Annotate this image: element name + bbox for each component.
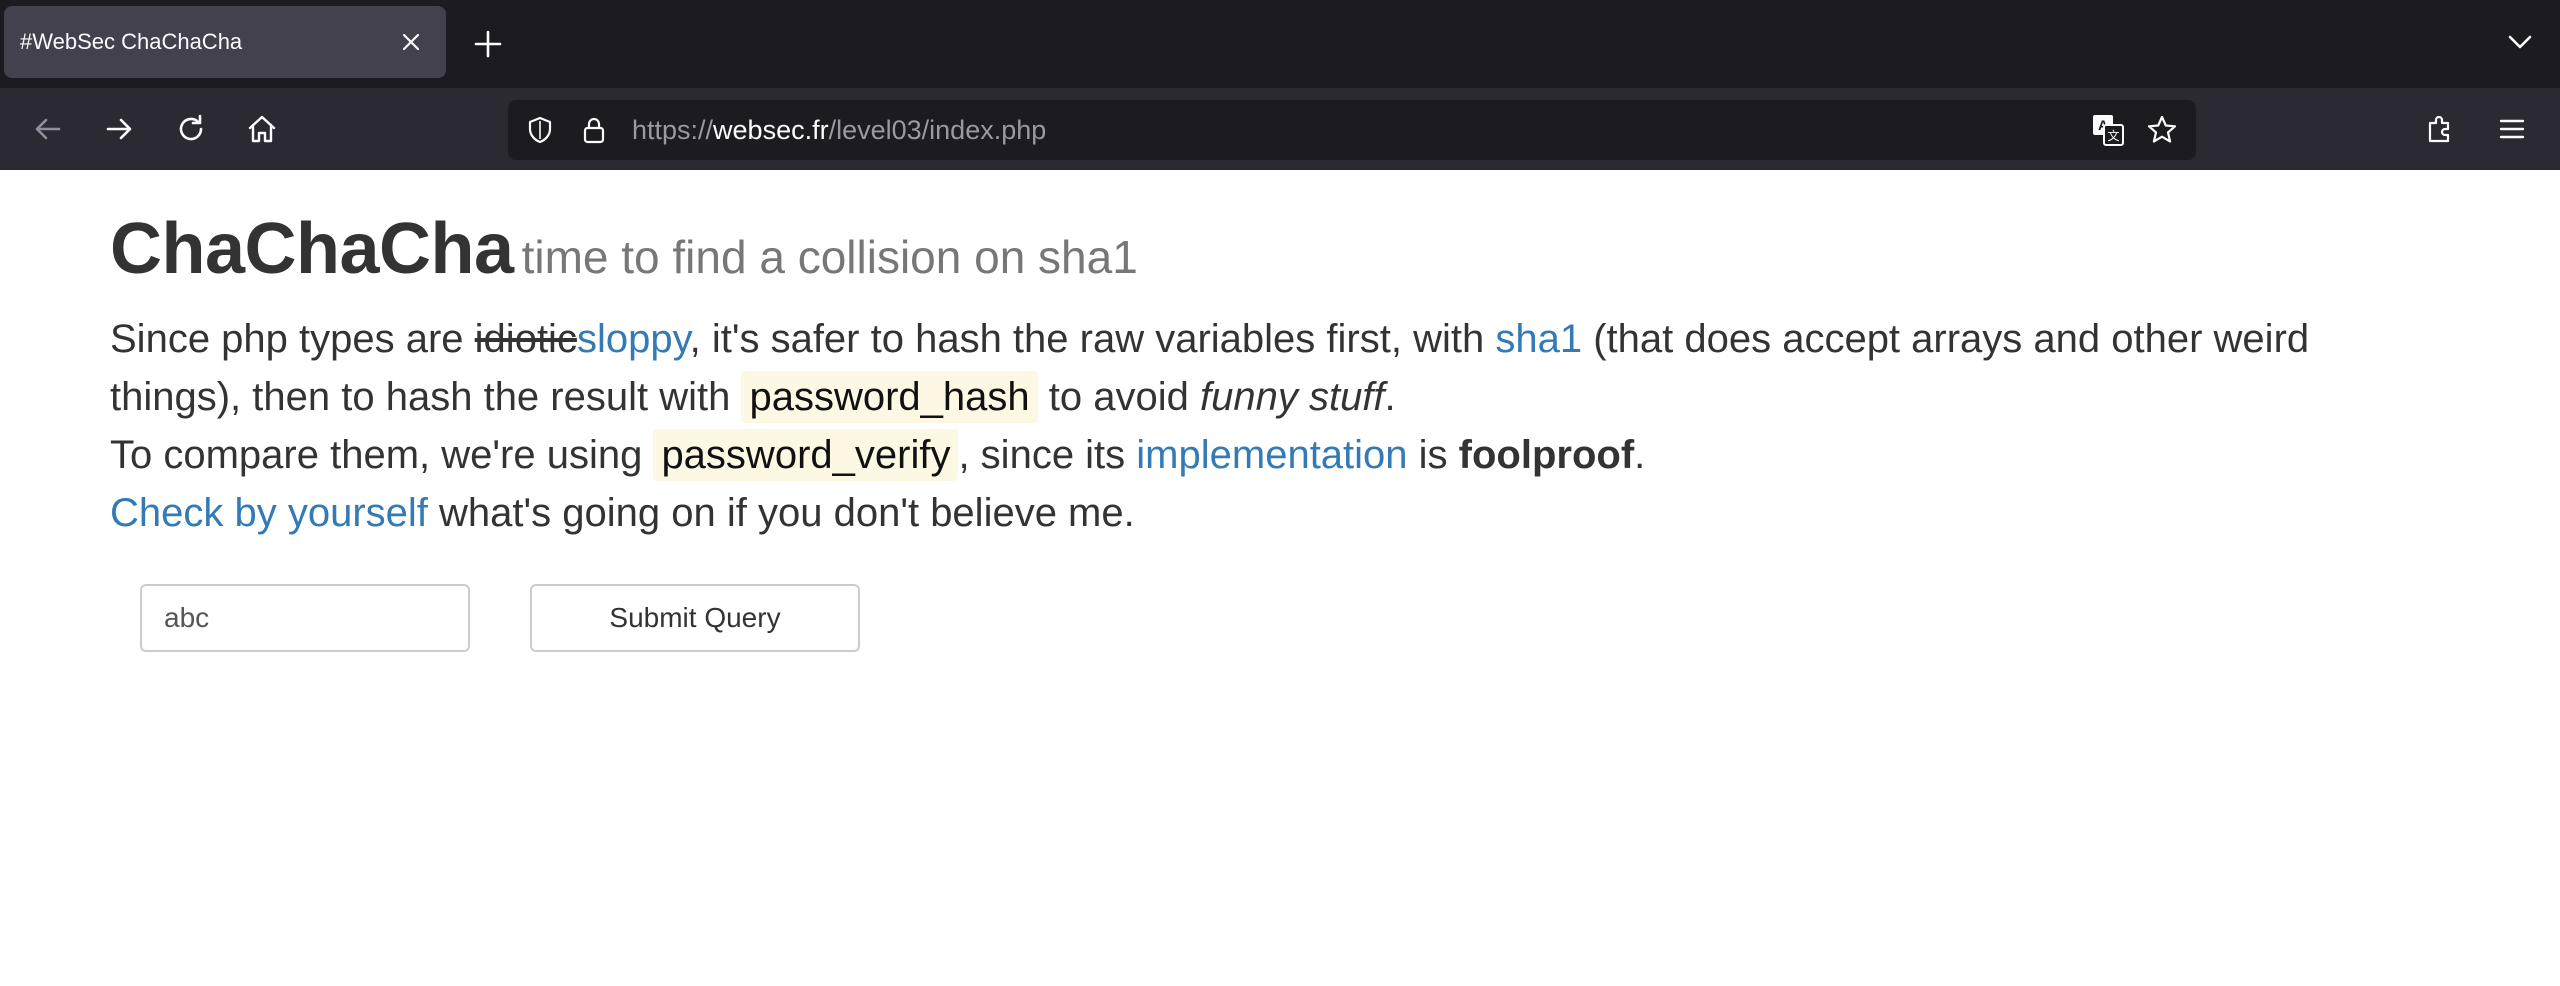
struck-word: idiotic <box>474 317 577 361</box>
translate-icon[interactable]: A文 <box>2090 112 2126 148</box>
puzzle-icon[interactable] <box>2415 104 2465 154</box>
submit-button[interactable]: Submit Query <box>530 584 860 652</box>
code-password-hash: password_hash <box>741 371 1038 423</box>
paragraph-verify: To compare them, we're using password_ve… <box>110 426 2450 484</box>
star-icon[interactable] <box>2144 112 2180 148</box>
code-password-verify: password_verify <box>653 429 959 481</box>
lock-icon[interactable] <box>576 112 612 148</box>
text-input[interactable]: abc <box>140 584 470 652</box>
link-sha1[interactable]: sha1 <box>1495 317 1582 361</box>
arrow-left-icon[interactable] <box>23 104 73 154</box>
paragraph-check: Check by yourself what's going on if you… <box>110 491 1135 535</box>
page-subtitle: time to find a collision on sha1 <box>521 231 1138 283</box>
arrow-right-icon[interactable] <box>94 104 144 154</box>
navigation-toolbar: https://websec.fr/level03/index.php A文 <box>0 88 2560 170</box>
emphasis-funny-stuff: funny stuff <box>1199 375 1385 419</box>
url-host: websec.fr <box>713 115 829 145</box>
svg-text:文: 文 <box>2107 128 2119 143</box>
close-icon[interactable] <box>397 28 425 56</box>
url-bar[interactable]: https://websec.fr/level03/index.php A文 <box>508 100 2196 160</box>
tab-title: #WebSec ChaChaCha <box>20 29 243 54</box>
strong-foolproof: foolproof <box>1458 433 1635 477</box>
description-text: Since php types are idioticsloppy, it's … <box>110 310 2450 542</box>
hamburger-menu-icon[interactable] <box>2487 104 2537 154</box>
tab-strip: #WebSec ChaChaCha <box>0 0 2560 88</box>
url-path: /level03/index.php <box>828 115 1047 145</box>
url-scheme: https:// <box>632 115 714 145</box>
shield-icon[interactable] <box>522 112 558 148</box>
paragraph-hashing: Since php types are idioticsloppy, it's … <box>110 310 2450 426</box>
url-text[interactable]: https://websec.fr/level03/index.php <box>632 100 1046 160</box>
chevron-down-icon[interactable] <box>2500 22 2540 62</box>
link-sloppy[interactable]: sloppy <box>577 317 690 361</box>
link-implementation[interactable]: implementation <box>1136 433 1407 477</box>
page-title: ChaChaCha <box>110 209 514 289</box>
plus-icon[interactable] <box>468 24 508 64</box>
page-heading: ChaChaCha time to find a collision on sha… <box>110 208 1138 290</box>
active-tab[interactable]: #WebSec ChaChaCha <box>4 6 446 78</box>
reload-icon[interactable] <box>166 104 216 154</box>
link-check-by-yourself[interactable]: Check by yourself <box>110 491 428 535</box>
home-icon[interactable] <box>237 104 287 154</box>
